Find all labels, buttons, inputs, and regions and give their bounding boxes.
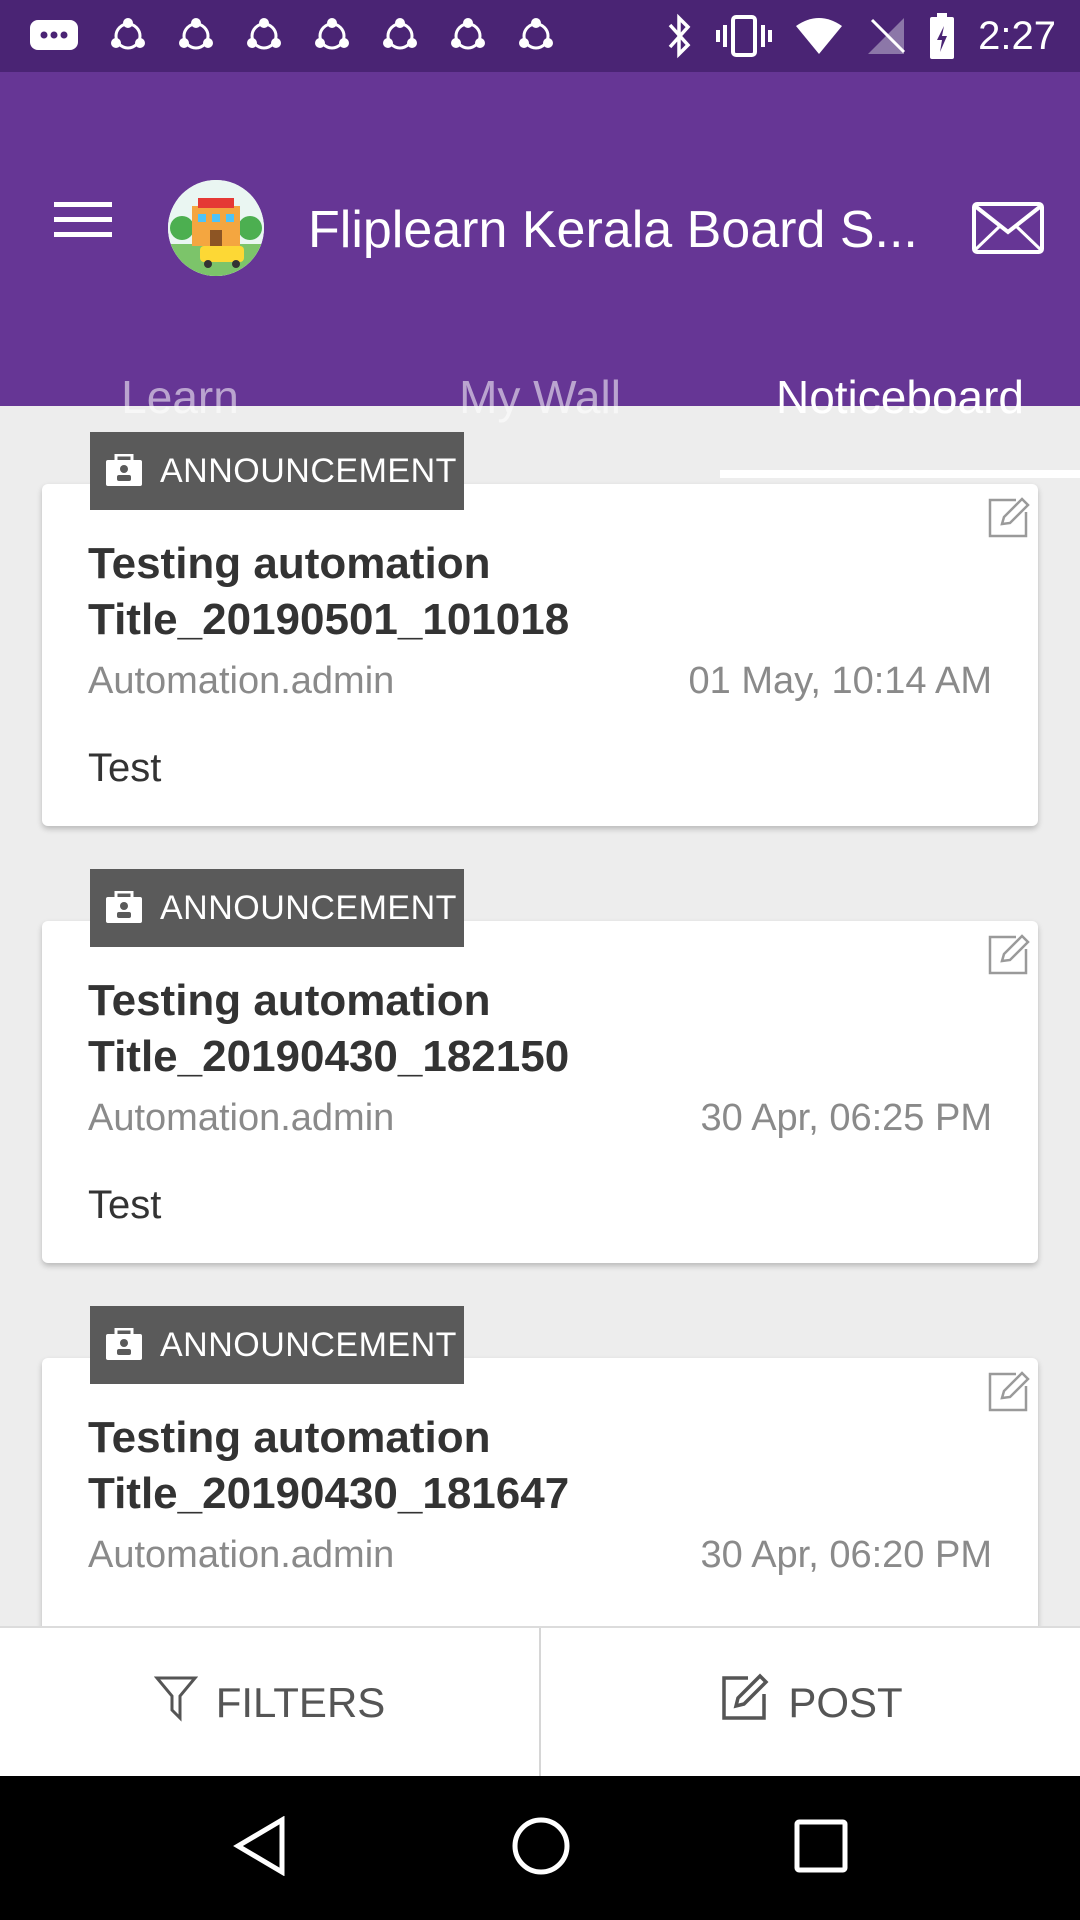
status-bar: 2:27 [0,0,1080,72]
notice-card[interactable]: Testing automation Title_20190430_181647… [42,1358,1038,1626]
system-nav-bar [0,1776,1080,1920]
no-signal-icon [866,16,906,56]
notice-card[interactable]: Testing automation Title_20190501_101018… [42,484,1038,826]
announcement-badge: ANNOUNCEMENT [90,869,464,947]
filters-button[interactable]: FILTERS [0,1628,539,1778]
app-bar: Fliplearn Kerala Board S... Learn My Wal… [0,72,1080,478]
post-button[interactable]: POST [541,1628,1080,1778]
edit-icon[interactable] [986,1370,1030,1414]
post-timestamp: 30 Apr, 06:25 PM [700,1097,992,1139]
post-timestamp: 01 May, 10:14 AM [688,660,992,702]
back-icon[interactable] [232,1815,288,1881]
edit-icon[interactable] [986,933,1030,977]
badge-label: ANNOUNCEMENT [160,451,457,490]
post-title[interactable]: Testing automation Title_20190430_181647 [88,1410,948,1522]
announcement-badge: ANNOUNCEMENT [90,432,464,510]
announcement-icon [104,453,144,488]
announcement-icon [104,890,144,925]
sync-icon [108,16,148,56]
notice-card[interactable]: Testing automation Title_20190430_182150… [42,921,1038,1263]
post-body: Test [88,1183,162,1227]
clock: 2:27 [978,13,1056,58]
post-label: POST [788,1679,903,1726]
post-body: Test [88,746,162,790]
sync-icon [244,16,284,56]
bluetooth-icon [664,13,694,59]
notice-feed[interactable]: Testing automation Title_20190501_101018… [0,406,1080,1626]
announcement-badge: ANNOUNCEMENT [90,1306,464,1384]
home-icon[interactable] [511,1816,571,1881]
messages-icon [28,16,80,56]
badge-label: ANNOUNCEMENT [160,888,457,927]
post-timestamp: 30 Apr, 06:20 PM [700,1534,992,1576]
sync-icon [380,16,420,56]
sync-icon [312,16,352,56]
post-title[interactable]: Testing automation Title_20190430_182150 [88,973,948,1085]
vibrate-icon [716,13,773,59]
bottom-action-bar: FILTERS POST [0,1626,1080,1778]
app-title: Fliplearn Kerala Board S... [308,201,918,259]
post-author: Automation.admin [88,1534,395,1576]
edit-icon[interactable] [986,496,1030,540]
filters-label: FILTERS [215,1679,386,1726]
school-logo[interactable] [168,180,264,276]
sync-icon [516,16,556,56]
compose-icon [718,1672,770,1734]
menu-icon[interactable] [54,200,112,240]
sync-icon [176,16,216,56]
recents-icon[interactable] [794,1819,848,1878]
battery-icon [928,12,956,60]
post-author: Automation.admin [88,1097,395,1139]
filter-icon [153,1674,198,1732]
sync-icon [448,16,488,56]
announcement-icon [104,1327,144,1362]
post-title[interactable]: Testing automation Title_20190501_101018 [88,536,948,648]
post-author: Automation.admin [88,660,395,702]
wifi-icon [794,16,844,56]
badge-label: ANNOUNCEMENT [160,1325,457,1364]
mail-icon[interactable] [972,202,1044,254]
